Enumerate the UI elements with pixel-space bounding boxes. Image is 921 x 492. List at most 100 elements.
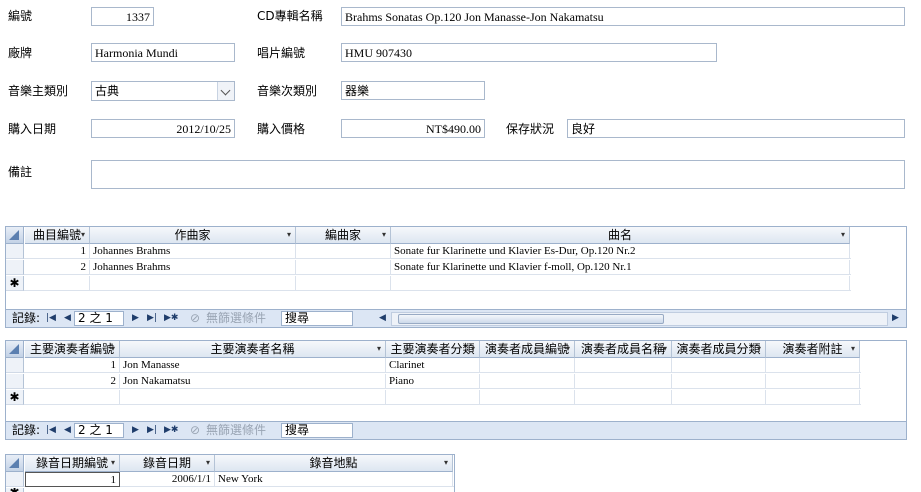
performers-header-member-id[interactable]: 演奏者成員編號 ▾ — [480, 341, 575, 358]
performer-notes-cell[interactable] — [766, 358, 860, 373]
member-category-cell[interactable] — [672, 358, 766, 373]
track-no-cell[interactable]: 1 — [25, 244, 90, 259]
last-record-icon[interactable]: ▶| — [147, 310, 157, 327]
records-label: 記錄: — [12, 423, 41, 437]
new-cell[interactable] — [25, 390, 120, 405]
new-cell[interactable] — [120, 390, 386, 405]
tracks-header-no[interactable]: 曲目編號 ▾ — [25, 227, 90, 244]
new-record-row[interactable]: ✱ — [6, 488, 454, 492]
catalog-field[interactable]: HMU 907430 — [341, 43, 717, 62]
new-cell[interactable] — [386, 390, 480, 405]
member-name-cell[interactable] — [575, 358, 672, 373]
member-category-cell[interactable] — [672, 374, 766, 389]
table-row[interactable]: 2 Jon Nakamatsu Piano — [6, 374, 861, 389]
row-selector[interactable] — [6, 358, 24, 373]
performer-category-cell[interactable]: Piano — [386, 374, 480, 389]
recording-header-date[interactable]: 錄音日期 ▾ — [120, 455, 215, 472]
album-field[interactable]: Brahms Sonatas Op.120 Jon Manasse-Jon Na… — [341, 7, 905, 26]
performer-name-cell[interactable]: Jon Nakamatsu — [120, 374, 386, 389]
tracks-header-composer[interactable]: 作曲家 ▾ — [90, 227, 296, 244]
prev-record-icon[interactable]: ◀ — [64, 310, 71, 327]
first-record-icon[interactable]: |◀ — [46, 310, 56, 327]
last-record-icon[interactable]: ▶| — [147, 422, 157, 439]
next-record-icon[interactable]: ▶ — [132, 310, 139, 327]
label-field[interactable]: Harmonia Mundi — [91, 43, 235, 62]
member-id-cell[interactable] — [480, 358, 575, 373]
id-field[interactable]: 1337 — [91, 7, 154, 26]
recording-header-id[interactable]: 錄音日期編號 ▾ — [25, 455, 120, 472]
table-row[interactable]: 1 Jon Manasse Clarinet — [6, 358, 861, 373]
table-row[interactable]: 1 2006/1/1 New York — [6, 472, 454, 487]
new-cell[interactable] — [672, 390, 766, 405]
new-record-row[interactable]: ✱ — [6, 276, 851, 291]
filter-icon[interactable]: ⊘ — [190, 422, 200, 439]
new-cell[interactable] — [296, 276, 391, 291]
new-cell[interactable] — [391, 276, 850, 291]
new-cell[interactable] — [766, 390, 860, 405]
chevron-down-icon[interactable] — [217, 82, 234, 100]
arranger-cell[interactable] — [296, 244, 391, 259]
scrollbar-thumb[interactable] — [398, 314, 664, 324]
date-field[interactable]: 2012/10/25 — [91, 119, 235, 138]
search-input[interactable]: 搜尋 — [281, 311, 353, 326]
title-cell[interactable]: Sonate fur Klarinette und Klavier Es-Dur… — [391, 244, 850, 259]
performer-name-cell[interactable]: Jon Manasse — [120, 358, 386, 373]
performer-notes-cell[interactable] — [766, 374, 860, 389]
member-name-cell[interactable] — [575, 374, 672, 389]
new-record-button[interactable]: ▶✱ — [164, 310, 178, 327]
performers-header-member-name[interactable]: 演奏者成員名稱 ▾ — [575, 341, 672, 358]
filter-icon[interactable]: ⊘ — [190, 310, 200, 327]
condition-field[interactable]: 良好 — [567, 119, 905, 138]
recording-id-cell[interactable]: 1 — [25, 472, 120, 487]
performers-header-member-category[interactable]: 演奏者成員分類 ▾ — [672, 341, 766, 358]
table-row[interactable]: 2 Johannes Brahms Sonate fur Klarinette … — [6, 260, 851, 275]
member-id-cell[interactable] — [480, 374, 575, 389]
first-record-icon[interactable]: |◀ — [46, 422, 56, 439]
scroll-left-icon[interactable]: ◀ — [379, 310, 386, 327]
filter-status[interactable]: 無篩選條件 — [206, 422, 266, 439]
performers-header-id[interactable]: 主要演奏者編號 ▾ — [25, 341, 120, 358]
new-record-row[interactable]: ✱ — [6, 390, 861, 405]
notes-field[interactable] — [91, 160, 905, 189]
subgenre-field[interactable]: 器樂 — [341, 81, 485, 100]
horizontal-scrollbar[interactable] — [391, 312, 888, 326]
prev-record-icon[interactable]: ◀ — [64, 422, 71, 439]
new-record-button[interactable]: ▶✱ — [164, 422, 178, 439]
track-no-cell[interactable]: 2 — [25, 260, 90, 275]
row-selector[interactable] — [6, 260, 24, 275]
composer-cell[interactable]: Johannes Brahms — [90, 260, 296, 275]
select-all-button[interactable] — [6, 455, 24, 472]
recording-location-cell[interactable]: New York — [215, 472, 453, 487]
record-position[interactable]: 2 之 1 — [74, 311, 124, 326]
select-all-button[interactable] — [6, 227, 24, 244]
new-cell[interactable] — [575, 390, 672, 405]
recording-header-location[interactable]: 錄音地點 ▾ — [215, 455, 453, 472]
title-cell[interactable]: Sonate fur Klarinette und Klavier f-moll… — [391, 260, 850, 275]
performers-header-notes[interactable]: 演奏者附註 ▾ — [766, 341, 860, 358]
performers-header-category[interactable]: 主要演奏者分類 ▾ — [386, 341, 480, 358]
new-cell[interactable] — [90, 276, 296, 291]
search-input[interactable]: 搜尋 — [281, 423, 353, 438]
recording-date-cell[interactable]: 2006/1/1 — [120, 472, 215, 487]
performers-header-name[interactable]: 主要演奏者名稱 ▾ — [120, 341, 386, 358]
performer-category-cell[interactable]: Clarinet — [386, 358, 480, 373]
performer-id-cell[interactable]: 1 — [25, 358, 120, 373]
select-all-button[interactable] — [6, 341, 24, 358]
table-row[interactable]: 1 Johannes Brahms Sonate fur Klarinette … — [6, 244, 851, 259]
tracks-header-arranger[interactable]: 編曲家 ▾ — [296, 227, 391, 244]
next-record-icon[interactable]: ▶ — [132, 422, 139, 439]
row-selector[interactable] — [6, 244, 24, 259]
genre-combo[interactable]: 古典 — [91, 81, 235, 101]
row-selector[interactable] — [6, 374, 24, 389]
performer-id-cell[interactable]: 2 — [25, 374, 120, 389]
new-cell[interactable] — [480, 390, 575, 405]
scroll-right-icon[interactable]: ▶ — [892, 310, 899, 327]
record-position[interactable]: 2 之 1 — [74, 423, 124, 438]
new-cell[interactable] — [25, 276, 90, 291]
filter-status[interactable]: 無篩選條件 — [206, 310, 266, 327]
composer-cell[interactable]: Johannes Brahms — [90, 244, 296, 259]
price-field[interactable]: NT$490.00 — [341, 119, 485, 138]
row-selector[interactable] — [6, 472, 24, 487]
tracks-header-title[interactable]: 曲名 ▾ — [391, 227, 850, 244]
arranger-cell[interactable] — [296, 260, 391, 275]
